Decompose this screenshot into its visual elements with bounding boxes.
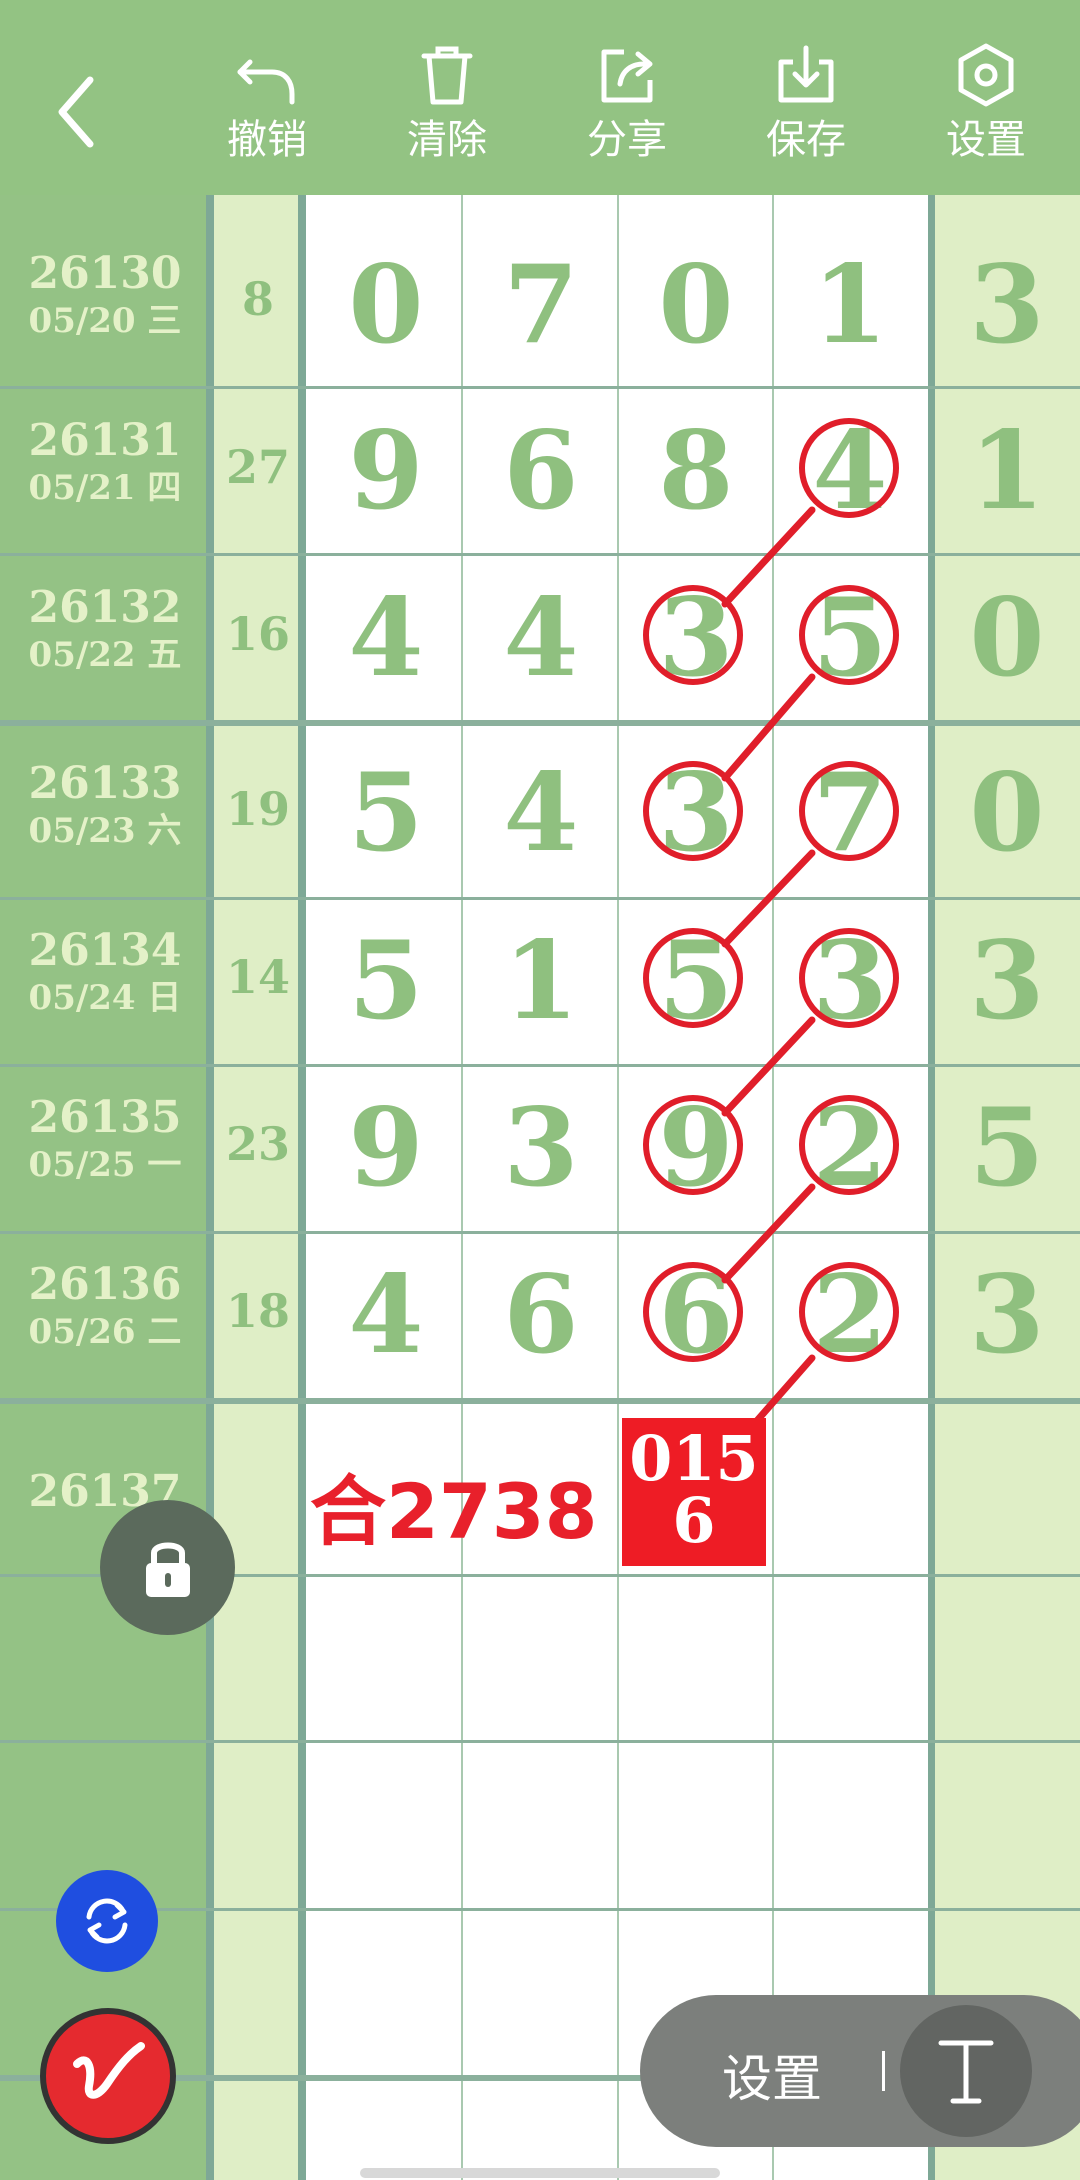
home-indicator[interactable] (360, 2168, 720, 2178)
lock-icon (145, 1542, 190, 1597)
circle-mark (799, 928, 899, 1028)
circle-mark (799, 1262, 899, 1362)
prediction-line-2: 6 (672, 1484, 716, 1557)
circle-mark (799, 761, 899, 861)
pill-settings-button[interactable]: 设置 (722, 2039, 822, 2111)
pen-button[interactable] (40, 2008, 176, 2144)
sync-button[interactable] (56, 1870, 158, 1972)
circle-mark (799, 418, 899, 518)
circle-mark (643, 761, 743, 861)
prediction-line-1: 015 (629, 1422, 759, 1495)
lock-button[interactable] (100, 1500, 235, 1635)
bottom-tool-pill: 设置 (640, 1995, 1080, 2147)
circle-mark (643, 928, 743, 1028)
sum-annotation: 合2738 (310, 1467, 598, 1556)
pen-stroke-icon (73, 2042, 145, 2099)
circle-mark (643, 1262, 743, 1362)
pill-separator (882, 2051, 885, 2091)
drawing-overlay (721, 506, 816, 1444)
circle-mark (643, 585, 743, 685)
prediction-box: 015 6 (622, 1418, 766, 1566)
refresh-icon (86, 1898, 128, 1944)
text-tool-button[interactable] (900, 2005, 1032, 2137)
circle-mark (799, 585, 899, 685)
text-tool-icon (938, 2040, 994, 2104)
circle-mark (643, 1095, 743, 1195)
circle-mark (799, 1095, 899, 1195)
